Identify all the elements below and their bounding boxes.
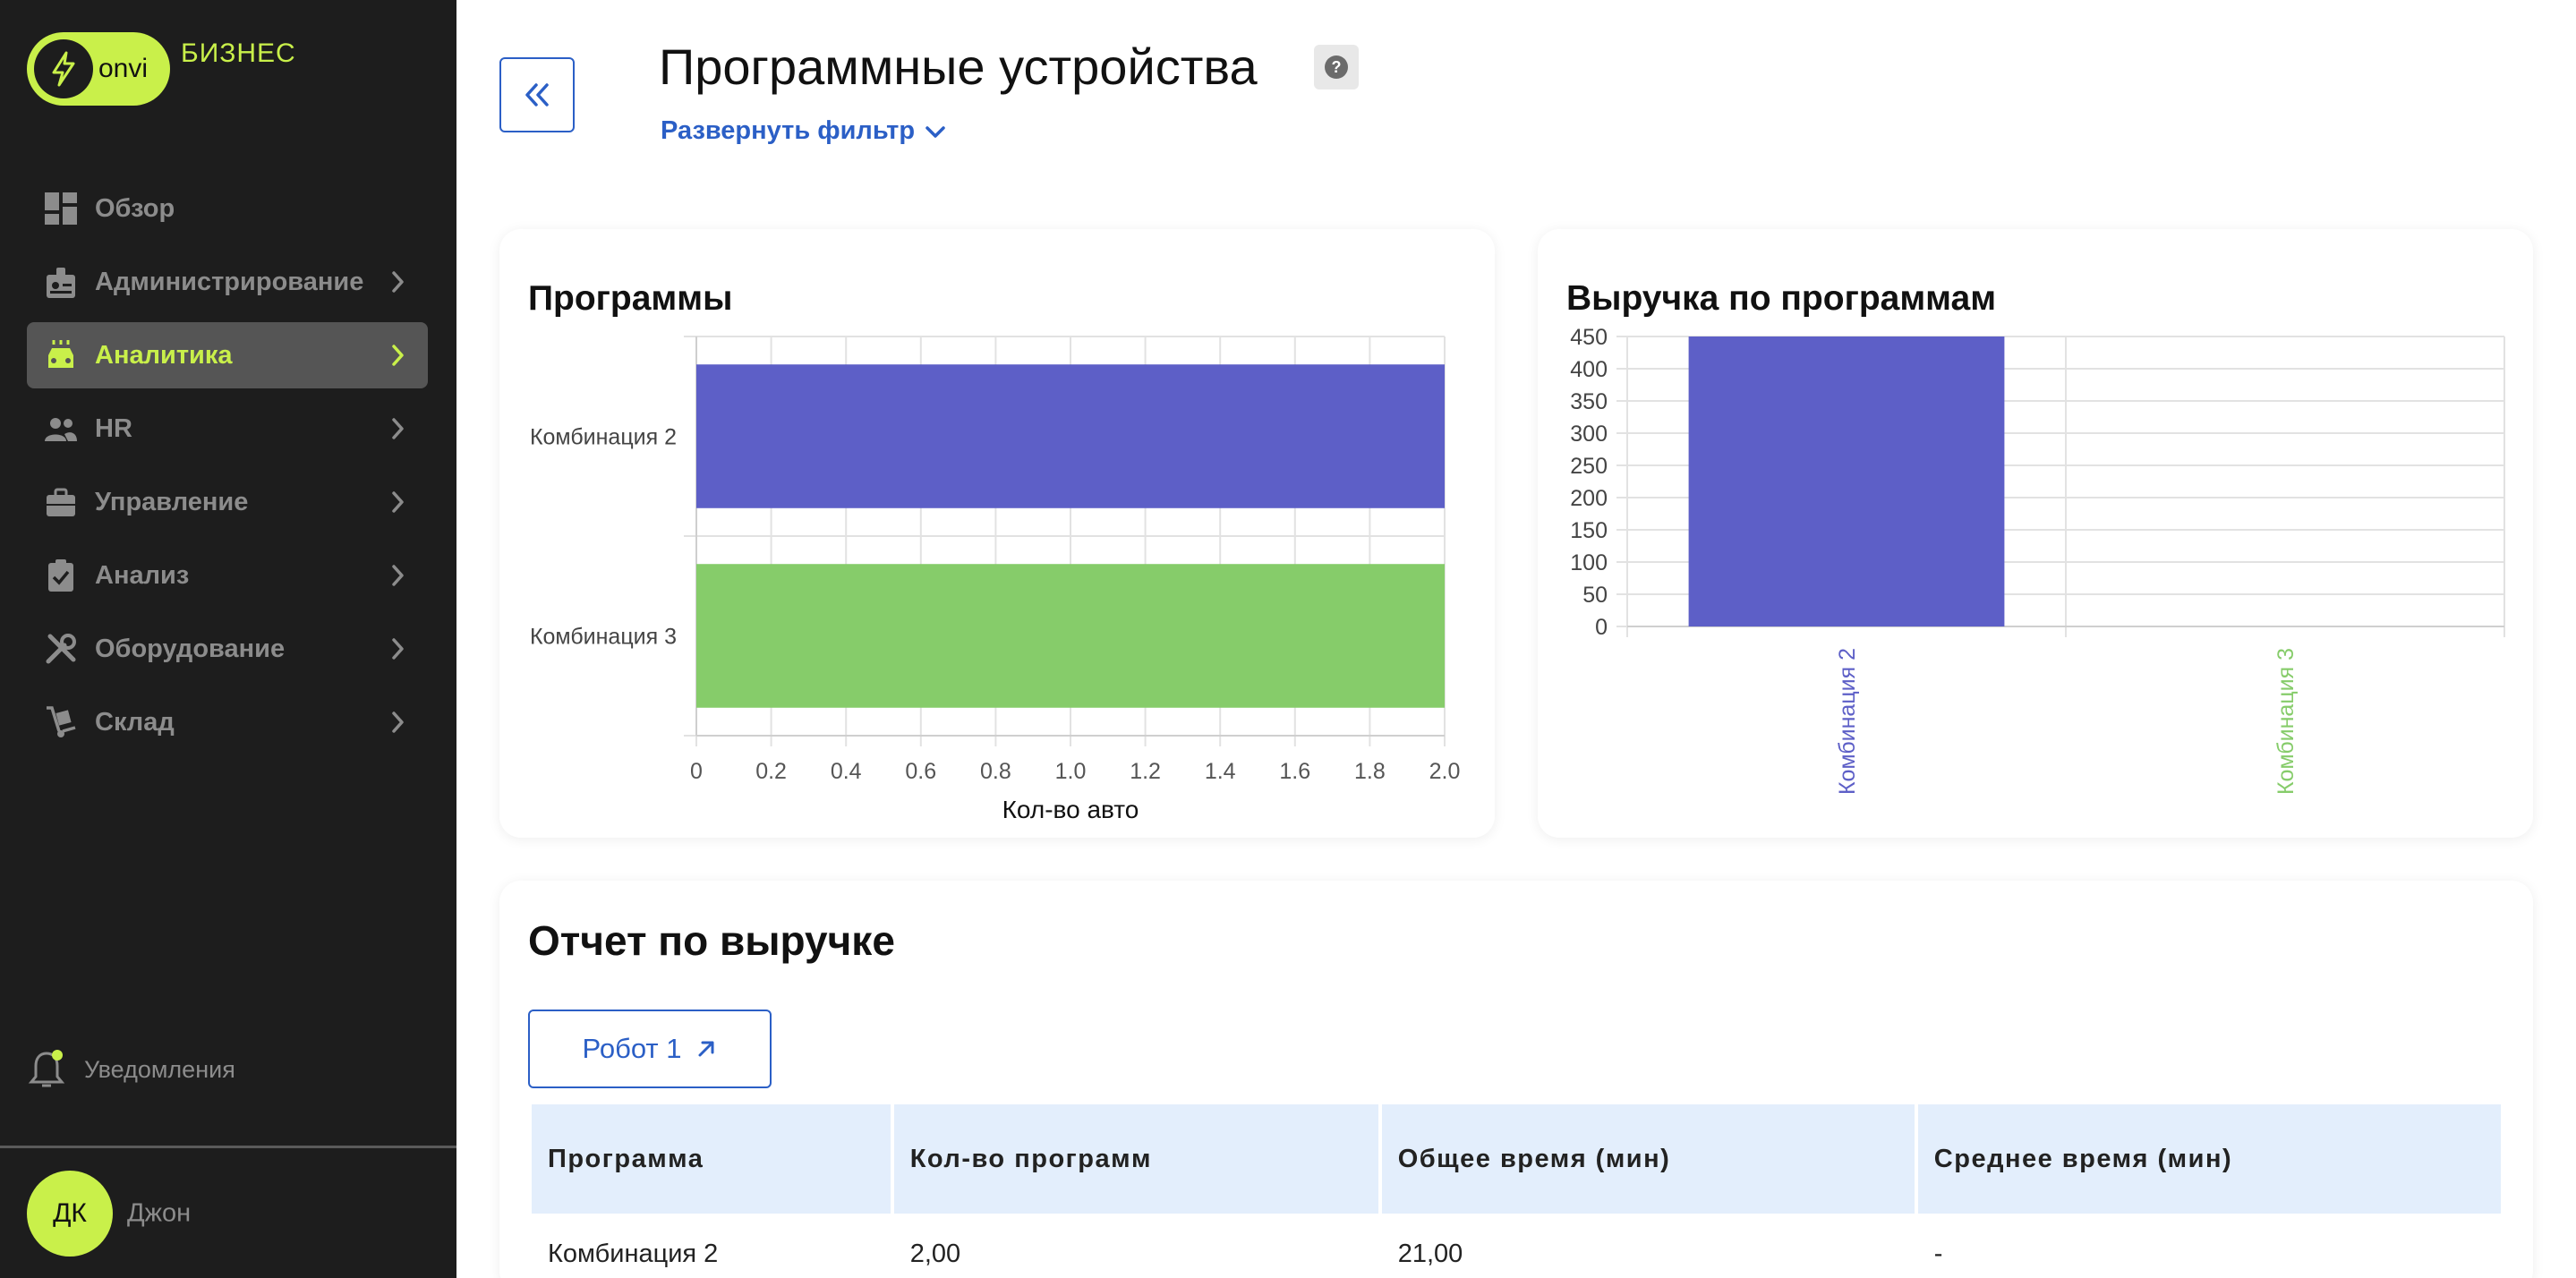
chevron-right-icon: [380, 264, 415, 300]
double-chevron-left-icon: [525, 83, 549, 106]
sidebar-item-label: HR: [95, 413, 132, 443]
sidebar-item-3[interactable]: HR: [27, 396, 428, 462]
logo-text: onvi: [98, 54, 149, 83]
table-cell: -: [1933, 1239, 1943, 1268]
x-tick-label: Комбинация 3: [2273, 648, 2299, 795]
y-tick-label: 150: [1570, 518, 1608, 543]
chevron-right-icon: [380, 558, 415, 593]
y-tick-label: 350: [1570, 389, 1608, 414]
notifications-label: Уведомления: [84, 1055, 235, 1083]
chevron-right-icon: [380, 631, 415, 667]
programs-card: Программы 0 0.2 0.4 0.6 0.8 1.0 1.2 1.4 1.6 1.8 2.…: [499, 229, 1495, 838]
y-tick-label: Комбинация 2: [530, 425, 677, 450]
x-axis-label: Кол-во авто: [1002, 796, 1139, 823]
y-tick-label: 50: [1582, 583, 1608, 608]
sidebar-item-6[interactable]: Оборудование: [27, 616, 428, 682]
y-tick-label: 0: [1595, 615, 1608, 640]
x-tick-label: 0.6: [905, 759, 936, 784]
expand-filter-label: Развернуть фильтр: [661, 116, 916, 145]
x-tick-label: 1.6: [1279, 759, 1310, 784]
sidebar: onvi БИЗНЕС Обзор Администрирование Аналит…: [0, 0, 456, 1278]
brand-logo[interactable]: onvi: [27, 32, 170, 106]
page-title: Программные устройства: [659, 38, 1258, 95]
report-table: Программа Кол-во программ Общее время (мин…: [528, 1104, 2504, 1278]
y-tick-label: 300: [1570, 422, 1608, 447]
chevron-right-icon: [380, 484, 415, 520]
y-tick-label: 200: [1570, 486, 1608, 511]
report-title: Отчет по выручке: [528, 917, 895, 964]
device-button[interactable]: Робот 1: [528, 1010, 772, 1088]
x-tick-label: 1.8: [1354, 759, 1386, 784]
notifications-link[interactable]: Уведомления: [27, 1047, 235, 1092]
car-wash-icon: [43, 337, 79, 373]
sidebar-item-label: Администрирование: [95, 267, 364, 296]
sidebar-item-2[interactable]: Аналитика: [27, 322, 428, 388]
bar: [696, 364, 1445, 508]
sidebar-item-0[interactable]: Обзор: [27, 175, 428, 242]
x-tick-label: 1.2: [1130, 759, 1161, 784]
chevron-right-icon: [380, 704, 415, 740]
table-cell: Комбинация 2: [548, 1239, 719, 1268]
user-name[interactable]: Джон: [127, 1199, 191, 1229]
x-tick-label: 2.0: [1429, 759, 1461, 784]
chevron-right-icon: [380, 411, 415, 447]
x-tick-label: 0.4: [831, 759, 862, 784]
x-tick-label: Комбинация 2: [1835, 648, 1860, 795]
sidebar-item-label: Управление: [95, 487, 249, 516]
device-button-label: Робот 1: [582, 1033, 682, 1064]
sidebar-item-4[interactable]: Управление: [27, 469, 428, 535]
dolly-icon: [43, 704, 79, 740]
product-name: БИЗНЕС: [181, 38, 296, 68]
collapse-sidebar-button[interactable]: [499, 57, 575, 132]
sidebar-item-1[interactable]: Администрирование: [27, 249, 428, 315]
sidebar-item-label: Склад: [95, 707, 175, 737]
y-tick-label: 400: [1570, 357, 1608, 382]
bell-icon: [28, 1050, 65, 1087]
programs-chart: 0 0.2 0.4 0.6 0.8 1.0 1.2 1.4 1.6 1.8 2.0 Комбинаци…: [530, 336, 1461, 823]
chevron-down-icon: [925, 125, 945, 138]
sidebar-item-label: Обзор: [95, 193, 175, 223]
column-header[interactable]: Общее время (мин): [1381, 1104, 1915, 1214]
chevron-right-icon: [380, 337, 415, 373]
y-tick-label: 450: [1570, 325, 1608, 350]
bar: [1688, 337, 2005, 626]
x-tick-label: 1.4: [1205, 759, 1236, 784]
sidebar-item-label: Аналитика: [95, 340, 233, 370]
arrow-up-right-icon: [698, 1041, 714, 1057]
table-row: Комбинация 2 2,00 21,00 -: [532, 1214, 2501, 1278]
sidebar-item-label: Анализ: [95, 560, 190, 590]
x-tick-label: 0.2: [755, 759, 787, 784]
clipboard-check-icon: [43, 558, 79, 593]
x-tick-label: 0: [690, 759, 703, 784]
column-header[interactable]: Среднее время (мин): [1917, 1104, 2501, 1214]
briefcase-icon: [43, 484, 79, 520]
column-header[interactable]: Программа: [532, 1104, 891, 1214]
table-cell: 21,00: [1397, 1239, 1463, 1268]
sidebar-item-5[interactable]: Анализ: [27, 542, 428, 609]
dashboard-icon: [43, 191, 79, 226]
revenue-chart: 0 50 100 150 200 250 300 350 400 450 Комбинация 2 К…: [1570, 325, 2505, 795]
y-tick-label: 100: [1570, 550, 1608, 575]
sidebar-item-7[interactable]: Склад: [27, 689, 428, 755]
sidebar-item-label: Оборудование: [95, 634, 286, 663]
help-icon[interactable]: ?: [1314, 45, 1359, 89]
revenue-report-card: Отчет по выручке Робот 1 Программа Кол-во…: [499, 881, 2533, 1278]
help-icon-glyph: ?: [1325, 55, 1348, 79]
expand-filter-link[interactable]: Развернуть фильтр: [661, 116, 947, 146]
badge-icon: [43, 264, 79, 300]
avatar[interactable]: ДК: [27, 1171, 113, 1257]
y-tick-label: Комбинация 3: [530, 625, 677, 650]
sidebar-divider: [0, 1146, 456, 1148]
x-tick-label: 1.0: [1055, 759, 1087, 784]
tools-icon: [43, 631, 79, 667]
revenue-card: Выручка по программам 0 50 100 150 200 250 300…: [1538, 229, 2533, 838]
column-header[interactable]: Кол-во программ: [893, 1104, 1378, 1214]
table-cell: 2,00: [909, 1239, 961, 1268]
people-icon: [43, 411, 79, 447]
x-tick-label: 0.8: [980, 759, 1011, 784]
lightning-icon: [34, 39, 93, 98]
bar: [696, 564, 1445, 708]
y-tick-label: 250: [1570, 454, 1608, 479]
